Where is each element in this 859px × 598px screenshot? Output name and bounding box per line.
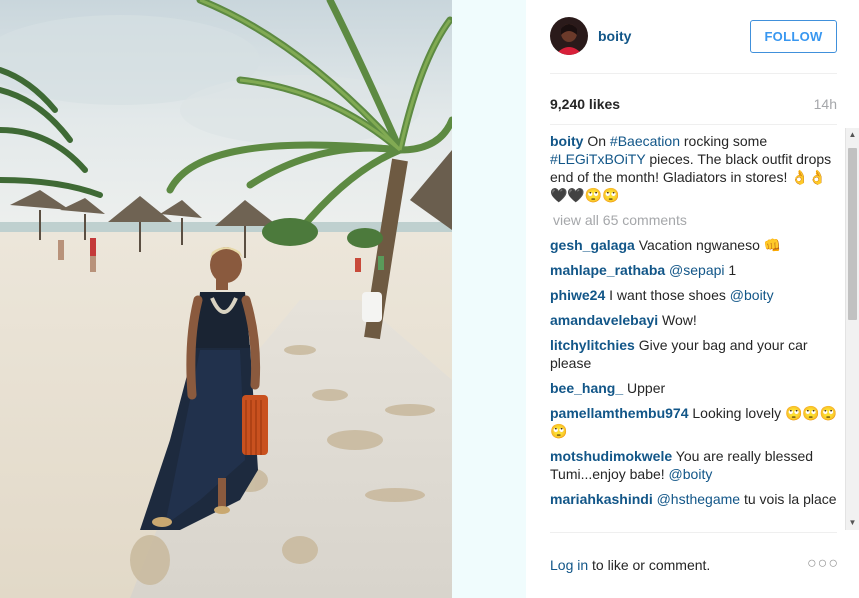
comment-author-link[interactable]: pamellamthembu974: [550, 405, 689, 421]
login-prompt: Log in to like or comment.: [550, 557, 710, 573]
post-stats: 9,240 likes 14h: [550, 96, 837, 114]
follow-button[interactable]: FOLLOW: [750, 20, 837, 53]
login-link[interactable]: Log in: [550, 557, 588, 573]
comment-author-link[interactable]: phiwe24: [550, 287, 605, 303]
list-item: motshudimokwele You are really blessed T…: [550, 447, 843, 483]
comments-list: boity On #Baecation rocking some #LEGiTx…: [550, 132, 843, 530]
mention-link[interactable]: @boity: [730, 287, 774, 303]
beach-photo-image: [0, 0, 452, 598]
comment-text: Upper: [623, 380, 666, 396]
list-item: bee_hang_ Upper: [550, 379, 843, 397]
comment-author-link[interactable]: mariahkashindi: [550, 491, 653, 507]
comment-text: I want those shoes: [605, 287, 730, 303]
hashtag-link[interactable]: #LEGiTxBOiTY: [550, 151, 645, 167]
comment-author-link[interactable]: amandavelebayi: [550, 312, 658, 328]
list-item: litchylitchies Give your bag and your ca…: [550, 336, 843, 372]
list-item: pamellamthembu974 Looking lovely 🙄🙄🙄🙄: [550, 404, 843, 440]
photo-panel-gutter: [452, 0, 526, 598]
scroll-down-arrow-icon[interactable]: ▼: [846, 516, 859, 530]
comment-text: Wow!: [658, 312, 697, 328]
list-item: gesh_galaga Vacation ngwaneso 👊: [550, 236, 843, 254]
profile-avatar[interactable]: [550, 17, 588, 55]
post-username-link[interactable]: boity: [598, 28, 631, 44]
caption-text: rocking some: [679, 133, 768, 149]
comment-author-link[interactable]: litchylitchies: [550, 337, 635, 353]
caption-text: On: [583, 133, 610, 149]
mention-link[interactable]: @boity: [669, 466, 713, 482]
post-footer: Log in to like or comment. ○○○: [550, 532, 839, 598]
comment-author-link[interactable]: motshudimokwele: [550, 448, 672, 464]
more-options-icon[interactable]: ○○○: [807, 555, 839, 573]
comment-text: Vacation ngwaneso 👊: [634, 237, 782, 253]
comment-author-link[interactable]: bee_hang_: [550, 380, 623, 396]
comments-scrollbar[interactable]: ▲ ▼: [845, 128, 859, 530]
caption-author-link[interactable]: boity: [550, 133, 583, 149]
mention-link[interactable]: @sepapi: [665, 262, 724, 278]
comment-text: 1: [724, 262, 737, 278]
post-timestamp[interactable]: 14h: [814, 96, 837, 112]
caption: boity On #Baecation rocking some #LEGiTx…: [550, 132, 843, 204]
post-header: boity FOLLOW: [550, 16, 837, 74]
comment-text: tu vois la place: [740, 491, 837, 507]
scrollbar-thumb[interactable]: [848, 148, 857, 320]
list-item: phiwe24 I want those shoes @boity: [550, 286, 843, 304]
stats-divider: [550, 124, 837, 125]
list-item: mahlape_rathaba @sepapi 1: [550, 261, 843, 279]
hashtag-link[interactable]: #Baecation: [610, 133, 680, 149]
mention-link[interactable]: @hsthegame: [653, 491, 741, 507]
login-prompt-text: to like or comment.: [588, 557, 711, 573]
comment-author-link[interactable]: gesh_galaga: [550, 237, 635, 253]
post-side-panel: boity FOLLOW 9,240 likes 14h boity On #B…: [526, 0, 859, 598]
view-all-comments-link[interactable]: view all 65 comments: [553, 211, 843, 229]
list-item: amandavelebayi Wow!: [550, 311, 843, 329]
avatar-image: [550, 17, 588, 55]
likes-count: 9,240 likes: [550, 96, 621, 112]
scroll-up-arrow-icon[interactable]: ▲: [846, 128, 859, 142]
post-photo[interactable]: [0, 0, 452, 598]
comment-author-link[interactable]: mahlape_rathaba: [550, 262, 665, 278]
list-item: mariahkashindi @hsthegame tu vois la pla…: [550, 490, 843, 508]
